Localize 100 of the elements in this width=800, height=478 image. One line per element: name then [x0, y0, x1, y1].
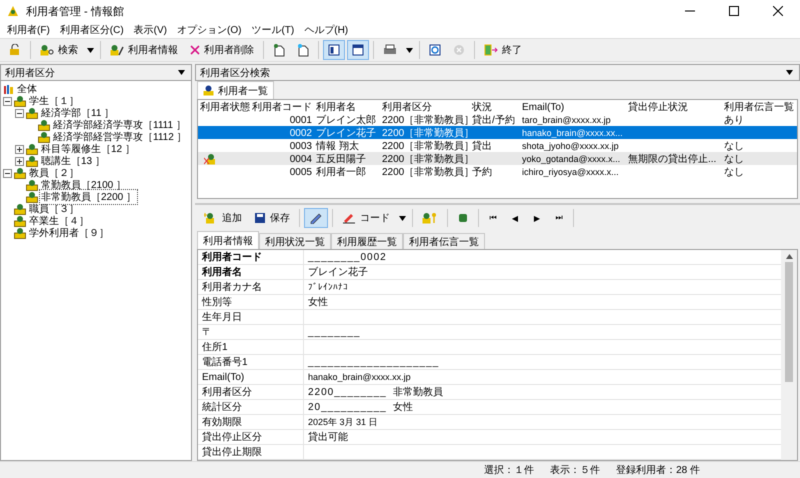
field-label: 利用者コード: [198, 250, 304, 264]
tree-item[interactable]: 卒業生［４］: [28, 214, 90, 228]
menu-item[interactable]: 表示(V): [128, 23, 172, 37]
tab[interactable]: 利用履歴一覧: [331, 233, 403, 249]
table-row[interactable]: 0004 五反田陽子 2200［非常勤教員］ yoko_gotanda@xxxx.x... 無期限の貸出停止... なし: [198, 152, 797, 165]
navigation-button[interactable]: ⏭: [549, 209, 569, 227]
dropdown-caret-icon[interactable]: [178, 70, 185, 75]
toolbar-button[interactable]: 利用者情報: [105, 40, 183, 60]
menu-item[interactable]: ツール(T): [246, 23, 300, 37]
dropdown-caret-icon[interactable]: [786, 70, 793, 75]
field-value: 20__________: [308, 402, 387, 412]
scroll-up-icon[interactable]: [786, 254, 792, 259]
toolbar-button[interactable]: コード: [337, 208, 395, 228]
window-title: 利用者管理 - 情報館: [26, 4, 125, 18]
column-header[interactable]: 利用者状態: [198, 100, 250, 114]
person-icon: [14, 203, 26, 215]
menu-item[interactable]: 利用者区分(C): [54, 23, 129, 37]
tab[interactable]: 利用者情報: [197, 231, 259, 249]
person-edit-icon: [110, 44, 124, 56]
person-icon: [14, 167, 26, 179]
menu-item[interactable]: 利用者(F): [2, 23, 55, 37]
field-value: ________: [308, 326, 360, 338]
column-header[interactable]: 利用者伝言一覧: [722, 100, 797, 114]
column-header[interactable]: 利用者区分: [380, 100, 470, 114]
column-header[interactable]: 利用者コード: [250, 100, 314, 114]
tree-item[interactable]: 学外利用者［９］: [28, 226, 110, 240]
toolbar-button[interactable]: 終了: [479, 40, 527, 60]
tree-item[interactable]: 学生［１］: [28, 94, 80, 108]
dropdown-caret-icon[interactable]: [399, 216, 406, 220]
field-value: 貸出可能: [308, 430, 348, 444]
window-icon: [352, 44, 364, 56]
cancel-icon: [453, 44, 465, 56]
table-cell-text: 貸出/予約: [471, 114, 516, 127]
panel-icon: [328, 44, 340, 56]
collapse-icon[interactable]: [3, 96, 12, 106]
toolbar-button[interactable]: [323, 40, 345, 60]
field-value: hanako_brain@xxxx.xx.jp: [308, 372, 411, 382]
lock-icon: [9, 44, 21, 56]
toolbar-button[interactable]: [347, 40, 369, 60]
tab[interactable]: 利用者一覧: [197, 81, 274, 99]
table-cell-text: なし: [723, 153, 745, 166]
navigation-button[interactable]: ▶: [527, 209, 547, 227]
cube-icon: [457, 212, 469, 224]
table-row[interactable]: 0002 ブレイン花子 2200［非常勤教員］ hanako_brain@xxxx.xx...: [198, 126, 797, 139]
person-icon: [203, 85, 214, 96]
table-cell-text: 情報 翔太: [314, 140, 360, 153]
page-icon: [297, 44, 309, 56]
status-text: 登録利用者：28 件: [616, 464, 700, 477]
table-cell-text: 利用者一郎: [315, 166, 367, 179]
tree-item[interactable]: 聴講生［13 ］: [40, 154, 106, 168]
expand-icon[interactable]: [15, 156, 24, 166]
table-cell-text: なし: [723, 140, 745, 153]
column-header[interactable]: 利用者名: [314, 100, 380, 114]
field-value: 2025年 3月 31 日: [308, 416, 378, 428]
table-cell-text: 2200［非常勤教員］: [381, 152, 470, 166]
dropdown-caret-icon[interactable]: [406, 48, 413, 52]
tree-item[interactable]: 非常勤教員［2200 ］: [40, 190, 138, 204]
column-header[interactable]: 状況: [470, 100, 520, 114]
toolbar-button[interactable]: 追加: [199, 208, 247, 228]
navigation-button[interactable]: ◀: [505, 209, 525, 227]
tree-item[interactable]: 経済学部経済学専攻［1111 ］: [52, 118, 187, 132]
navigation-button[interactable]: ⏮: [483, 209, 503, 227]
field-value: 非常勤教員: [392, 386, 443, 399]
field-label: 住所1: [198, 340, 304, 354]
tab[interactable]: 利用状況一覧: [259, 233, 331, 249]
table-cell-text: 0001: [288, 114, 313, 126]
table-cell-text: ichiro_riyosya@xxxx.x...: [521, 167, 620, 177]
person-icon: [26, 143, 38, 155]
tree-item[interactable]: 教員［２］: [28, 166, 80, 180]
toolbar-button[interactable]: 保存: [249, 208, 295, 228]
column-header[interactable]: 貸出停止状況: [626, 100, 722, 114]
person-icon: [26, 191, 38, 203]
menu-item[interactable]: オプション(O): [172, 23, 246, 37]
tree-item[interactable]: 経済学部経営学専攻［1112 ］: [52, 130, 188, 144]
tree-item[interactable]: 職員［３］: [28, 202, 80, 216]
tab[interactable]: 利用者伝言一覧: [403, 233, 485, 249]
maximize-icon: [729, 6, 739, 16]
status-text: 表示：５件: [550, 464, 600, 477]
menu-item[interactable]: ヘルプ(H): [299, 23, 354, 37]
tree-item[interactable]: 全体: [16, 82, 38, 96]
field-label: 貸出停止期限: [198, 445, 304, 459]
scroll-thumb[interactable]: [785, 262, 793, 382]
field-value: ____________________: [308, 356, 440, 368]
person-icon: [38, 131, 50, 143]
collapse-icon[interactable]: [15, 108, 24, 118]
table-cell-text: 2200［非常勤教員］: [381, 114, 470, 127]
collapse-icon[interactable]: [3, 168, 12, 178]
toolbar-button[interactable]: 検索: [35, 40, 83, 60]
toolbar-button[interactable]: 利用者削除: [185, 40, 259, 60]
table-cell-text: 2200［非常勤教員］: [381, 166, 470, 179]
tree-item[interactable]: 経済学部［11 ］: [40, 106, 116, 120]
dropdown-caret-icon[interactable]: [87, 48, 94, 52]
table-cell-text: 0005: [288, 166, 313, 178]
field-value: ブレイン花子: [308, 266, 368, 279]
table-cell-text: 五反田陽子: [315, 153, 367, 166]
tree-item[interactable]: 科目等履修生［12 ］: [40, 142, 136, 156]
refresh-icon: [429, 44, 441, 56]
expand-icon[interactable]: [15, 144, 24, 154]
table-cell-text: 貸出: [471, 140, 493, 153]
column-header[interactable]: Email(To): [520, 102, 626, 112]
